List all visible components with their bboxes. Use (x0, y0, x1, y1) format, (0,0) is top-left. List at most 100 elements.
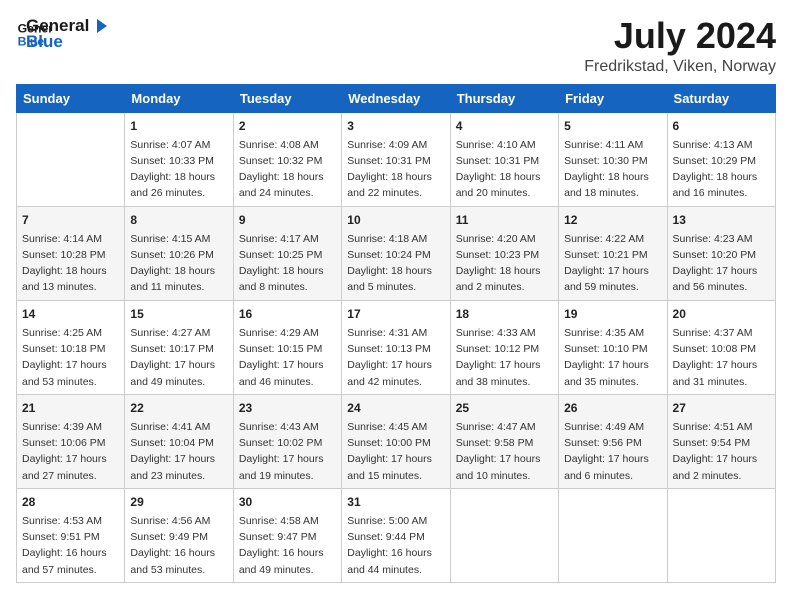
calendar-cell: 14 Sunrise: 4:25 AMSunset: 10:18 PMDaylig… (17, 300, 125, 394)
col-header-sunday: Sunday (17, 84, 125, 112)
day-number: 5 (564, 117, 661, 135)
day-info: Sunrise: 4:51 AMSunset: 9:54 PMDaylight:… (673, 419, 770, 484)
day-info: Sunrise: 4:49 AMSunset: 9:56 PMDaylight:… (564, 419, 661, 484)
calendar-cell: 15 Sunrise: 4:27 AMSunset: 10:17 PMDaylig… (125, 300, 233, 394)
day-number: 4 (456, 117, 553, 135)
day-number: 11 (456, 211, 553, 229)
calendar-cell: 25Sunrise: 4:47 AMSunset: 9:58 PMDayligh… (450, 394, 558, 488)
day-info: Sunrise: 4:15 AMSunset: 10:26 PMDaylight… (130, 231, 227, 296)
calendar-cell: 29 Sunrise: 4:56 AMSunset: 9:49 PMDayligh… (125, 488, 233, 582)
day-number: 27 (673, 399, 770, 417)
week-row-1: 1 Sunrise: 4:07 AMSunset: 10:33 PMDayligh… (17, 112, 776, 206)
day-info: Sunrise: 4:23 AMSunset: 10:20 PMDaylight… (673, 231, 770, 296)
calendar-cell: 12 Sunrise: 4:22 AMSunset: 10:21 PMDaylig… (559, 206, 667, 300)
day-number: 29 (130, 493, 227, 511)
day-number: 14 (22, 305, 119, 323)
calendar-cell: 10 Sunrise: 4:18 AMSunset: 10:24 PMDaylig… (342, 206, 450, 300)
day-info: Sunrise: 4:47 AMSunset: 9:58 PMDaylight:… (456, 419, 553, 484)
calendar-cell: 5 Sunrise: 4:11 AMSunset: 10:30 PMDayligh… (559, 112, 667, 206)
logo-arrow-icon (91, 17, 109, 35)
month-title: July 2024 (584, 16, 776, 56)
week-row-2: 7Sunrise: 4:14 AMSunset: 10:28 PMDayligh… (17, 206, 776, 300)
day-info: Sunrise: 4:07 AMSunset: 10:33 PMDaylight… (130, 137, 227, 202)
day-number: 8 (130, 211, 227, 229)
day-info: Sunrise: 4:39 AMSunset: 10:06 PMDaylight… (22, 419, 119, 484)
day-info: Sunrise: 4:27 AMSunset: 10:17 PMDaylight… (130, 325, 227, 390)
day-number: 1 (130, 117, 227, 135)
day-number: 13 (673, 211, 770, 229)
day-info: Sunrise: 4:22 AMSunset: 10:21 PMDaylight… (564, 231, 661, 296)
week-row-3: 14 Sunrise: 4:25 AMSunset: 10:18 PMDaylig… (17, 300, 776, 394)
day-info: Sunrise: 4:20 AMSunset: 10:23 PMDaylight… (456, 231, 553, 296)
page-header: General Blue General Blue July 2024 Fred… (16, 16, 776, 76)
day-number: 24 (347, 399, 444, 417)
day-number: 12 (564, 211, 661, 229)
day-info: Sunrise: 4:10 AMSunset: 10:31 PMDaylight… (456, 137, 553, 202)
day-number: 16 (239, 305, 336, 323)
calendar-cell: 27 Sunrise: 4:51 AMSunset: 9:54 PMDayligh… (667, 394, 775, 488)
day-info: Sunrise: 4:35 AMSunset: 10:10 PMDaylight… (564, 325, 661, 390)
day-number: 7 (22, 211, 119, 229)
day-number: 18 (456, 305, 553, 323)
calendar-cell: 20 Sunrise: 4:37 AMSunset: 10:08 PMDaylig… (667, 300, 775, 394)
calendar-cell: 9Sunrise: 4:17 AMSunset: 10:25 PMDayligh… (233, 206, 341, 300)
calendar-cell: 26Sunrise: 4:49 AMSunset: 9:56 PMDayligh… (559, 394, 667, 488)
day-number: 20 (673, 305, 770, 323)
day-info: Sunrise: 4:43 AMSunset: 10:02 PMDaylight… (239, 419, 336, 484)
day-info: Sunrise: 4:45 AMSunset: 10:00 PMDaylight… (347, 419, 444, 484)
calendar-cell: 11 Sunrise: 4:20 AMSunset: 10:23 PMDaylig… (450, 206, 558, 300)
calendar-cell: 23 Sunrise: 4:43 AMSunset: 10:02 PMDaylig… (233, 394, 341, 488)
calendar-cell: 4 Sunrise: 4:10 AMSunset: 10:31 PMDayligh… (450, 112, 558, 206)
day-number: 23 (239, 399, 336, 417)
calendar-cell (17, 112, 125, 206)
day-info: Sunrise: 4:58 AMSunset: 9:47 PMDaylight:… (239, 513, 336, 578)
calendar-cell (559, 488, 667, 582)
day-number: 19 (564, 305, 661, 323)
day-info: Sunrise: 4:37 AMSunset: 10:08 PMDaylight… (673, 325, 770, 390)
day-info: Sunrise: 4:08 AMSunset: 10:32 PMDaylight… (239, 137, 336, 202)
calendar-cell: 6 Sunrise: 4:13 AMSunset: 10:29 PMDayligh… (667, 112, 775, 206)
day-number: 10 (347, 211, 444, 229)
day-number: 6 (673, 117, 770, 135)
day-info: Sunrise: 4:13 AMSunset: 10:29 PMDaylight… (673, 137, 770, 202)
calendar-cell (450, 488, 558, 582)
day-info: Sunrise: 4:56 AMSunset: 9:49 PMDaylight:… (130, 513, 227, 578)
title-block: July 2024 Fredrikstad, Viken, Norway (584, 16, 776, 76)
col-header-saturday: Saturday (667, 84, 775, 112)
day-number: 2 (239, 117, 336, 135)
day-number: 31 (347, 493, 444, 511)
day-number: 9 (239, 211, 336, 229)
day-number: 15 (130, 305, 227, 323)
calendar-cell: 31Sunrise: 5:00 AMSunset: 9:44 PMDayligh… (342, 488, 450, 582)
day-number: 28 (22, 493, 119, 511)
day-info: Sunrise: 4:25 AMSunset: 10:18 PMDaylight… (22, 325, 119, 390)
col-header-tuesday: Tuesday (233, 84, 341, 112)
day-info: Sunrise: 4:29 AMSunset: 10:15 PMDaylight… (239, 325, 336, 390)
col-header-thursday: Thursday (450, 84, 558, 112)
day-number: 17 (347, 305, 444, 323)
calendar-cell: 13 Sunrise: 4:23 AMSunset: 10:20 PMDaylig… (667, 206, 775, 300)
calendar-cell: 21 Sunrise: 4:39 AMSunset: 10:06 PMDaylig… (17, 394, 125, 488)
calendar-cell (667, 488, 775, 582)
week-row-4: 21 Sunrise: 4:39 AMSunset: 10:06 PMDaylig… (17, 394, 776, 488)
calendar-cell: 30 Sunrise: 4:58 AMSunset: 9:47 PMDayligh… (233, 488, 341, 582)
location: Fredrikstad, Viken, Norway (584, 58, 776, 76)
col-header-monday: Monday (125, 84, 233, 112)
calendar-cell: 7Sunrise: 4:14 AMSunset: 10:28 PMDayligh… (17, 206, 125, 300)
day-number: 21 (22, 399, 119, 417)
day-number: 3 (347, 117, 444, 135)
day-info: Sunrise: 4:11 AMSunset: 10:30 PMDaylight… (564, 137, 661, 202)
day-info: Sunrise: 4:41 AMSunset: 10:04 PMDaylight… (130, 419, 227, 484)
calendar-cell: 3Sunrise: 4:09 AMSunset: 10:31 PMDayligh… (342, 112, 450, 206)
calendar-cell: 22Sunrise: 4:41 AMSunset: 10:04 PMDaylig… (125, 394, 233, 488)
calendar-cell: 18 Sunrise: 4:33 AMSunset: 10:12 PMDaylig… (450, 300, 558, 394)
week-row-5: 28 Sunrise: 4:53 AMSunset: 9:51 PMDayligh… (17, 488, 776, 582)
calendar-cell: 19 Sunrise: 4:35 AMSunset: 10:10 PMDaylig… (559, 300, 667, 394)
day-info: Sunrise: 4:18 AMSunset: 10:24 PMDaylight… (347, 231, 444, 296)
calendar-cell: 2 Sunrise: 4:08 AMSunset: 10:32 PMDayligh… (233, 112, 341, 206)
day-info: Sunrise: 4:33 AMSunset: 10:12 PMDaylight… (456, 325, 553, 390)
day-info: Sunrise: 4:53 AMSunset: 9:51 PMDaylight:… (22, 513, 119, 578)
calendar-cell: 8 Sunrise: 4:15 AMSunset: 10:26 PMDayligh… (125, 206, 233, 300)
col-header-wednesday: Wednesday (342, 84, 450, 112)
day-number: 30 (239, 493, 336, 511)
